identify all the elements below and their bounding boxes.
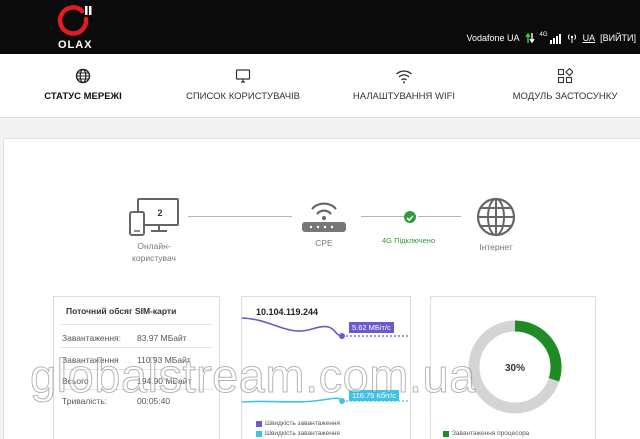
connection-line-internet: [418, 216, 461, 217]
users-count: 2: [157, 208, 162, 218]
data-transfer-icon: [524, 32, 535, 44]
tab-app-module-label: МОДУЛЬ ЗАСТОСУНКУ: [512, 91, 618, 102]
internet-label: Інтернет: [479, 242, 513, 252]
legend-cpu: Завантаження процесора: [443, 430, 529, 437]
apps-grid-icon: [557, 68, 573, 84]
operator-name: Vodafone UA: [466, 33, 520, 43]
cpe-node: CPE: [297, 197, 351, 249]
globe-large-icon: [476, 197, 516, 237]
wifi-broadcast-icon: [567, 34, 576, 43]
legend-download: Швидкість завантаження: [256, 420, 340, 427]
download-rate-badge: 5.62 МБіт/с: [349, 322, 394, 333]
sim-usage-panel: Поточний обсяг SIM-карти Завантаження: 83…: [53, 296, 220, 439]
main-content: 2 Онлайн-користувач CPE 4G Підключено Ін…: [3, 138, 640, 439]
top-bar: OLAX Vodafone UA 4G UA [ВИЙТИ]: [0, 0, 640, 54]
globe-icon: [75, 68, 91, 84]
sim-usage-title: Поточний обсяг SIM-карти: [66, 306, 177, 316]
connected-check-icon: [404, 211, 416, 223]
main-nav: СТАТУС МЕРЕЖІ СПИСОК КОРИСТУВАЧІВ НАЛАШТ…: [0, 54, 640, 118]
devices-icon: 2: [129, 198, 179, 236]
upload-rate-badge: 116.75 Кбіт/с: [349, 390, 400, 401]
tab-app-module[interactable]: МОДУЛЬ ЗАСТОСУНКУ: [511, 54, 619, 118]
internet-node: Інтернет: [471, 197, 521, 253]
tab-users-list[interactable]: СПИСОК КОРИСТУВАЧІВ: [185, 54, 301, 118]
tab-network-status[interactable]: СТАТУС МЕРЕЖІ: [42, 54, 124, 118]
cpu-panel: 30% Завантаження процесора: [430, 296, 596, 439]
online-users-node[interactable]: 2 Онлайн-користувач: [126, 198, 182, 264]
connection-line-users: [188, 216, 292, 217]
cpu-percent: 30%: [504, 363, 525, 374]
language-switch[interactable]: UA: [583, 33, 596, 43]
logout-link[interactable]: [ВИЙТИ]: [600, 33, 636, 43]
online-users-label: Онлайн-користувач: [132, 241, 176, 263]
tab-wifi-settings[interactable]: НАЛАШТУВАННЯ WIFI: [351, 54, 457, 118]
wifi-icon: [396, 70, 412, 84]
status-area: Vodafone UA 4G UA [ВИЙТИ]: [466, 30, 636, 46]
traffic-panel: 10.104.119.244 5.62 МБіт/с 116.75 Кбіт/с…: [241, 296, 411, 439]
tab-wifi-settings-label: НАЛАШТУВАННЯ WIFI: [352, 91, 456, 102]
signal-strength-icon: 4G: [540, 32, 561, 44]
tab-network-status-label: СТАТУС МЕРЕЖІ: [44, 91, 122, 102]
monitor-icon: [235, 69, 251, 83]
connection-line-cpe: [361, 216, 404, 217]
tab-users-list-label: СПИСОК КОРИСТУВАЧІВ: [185, 91, 301, 102]
traffic-chart: [242, 317, 410, 404]
brand-name: OLAX: [58, 39, 93, 51]
router-icon: [302, 202, 346, 232]
cpe-label: CPE: [315, 238, 333, 248]
legend-upload: Швидкість завантаження: [256, 430, 340, 437]
connection-status: 4G Підключено: [382, 236, 436, 245]
